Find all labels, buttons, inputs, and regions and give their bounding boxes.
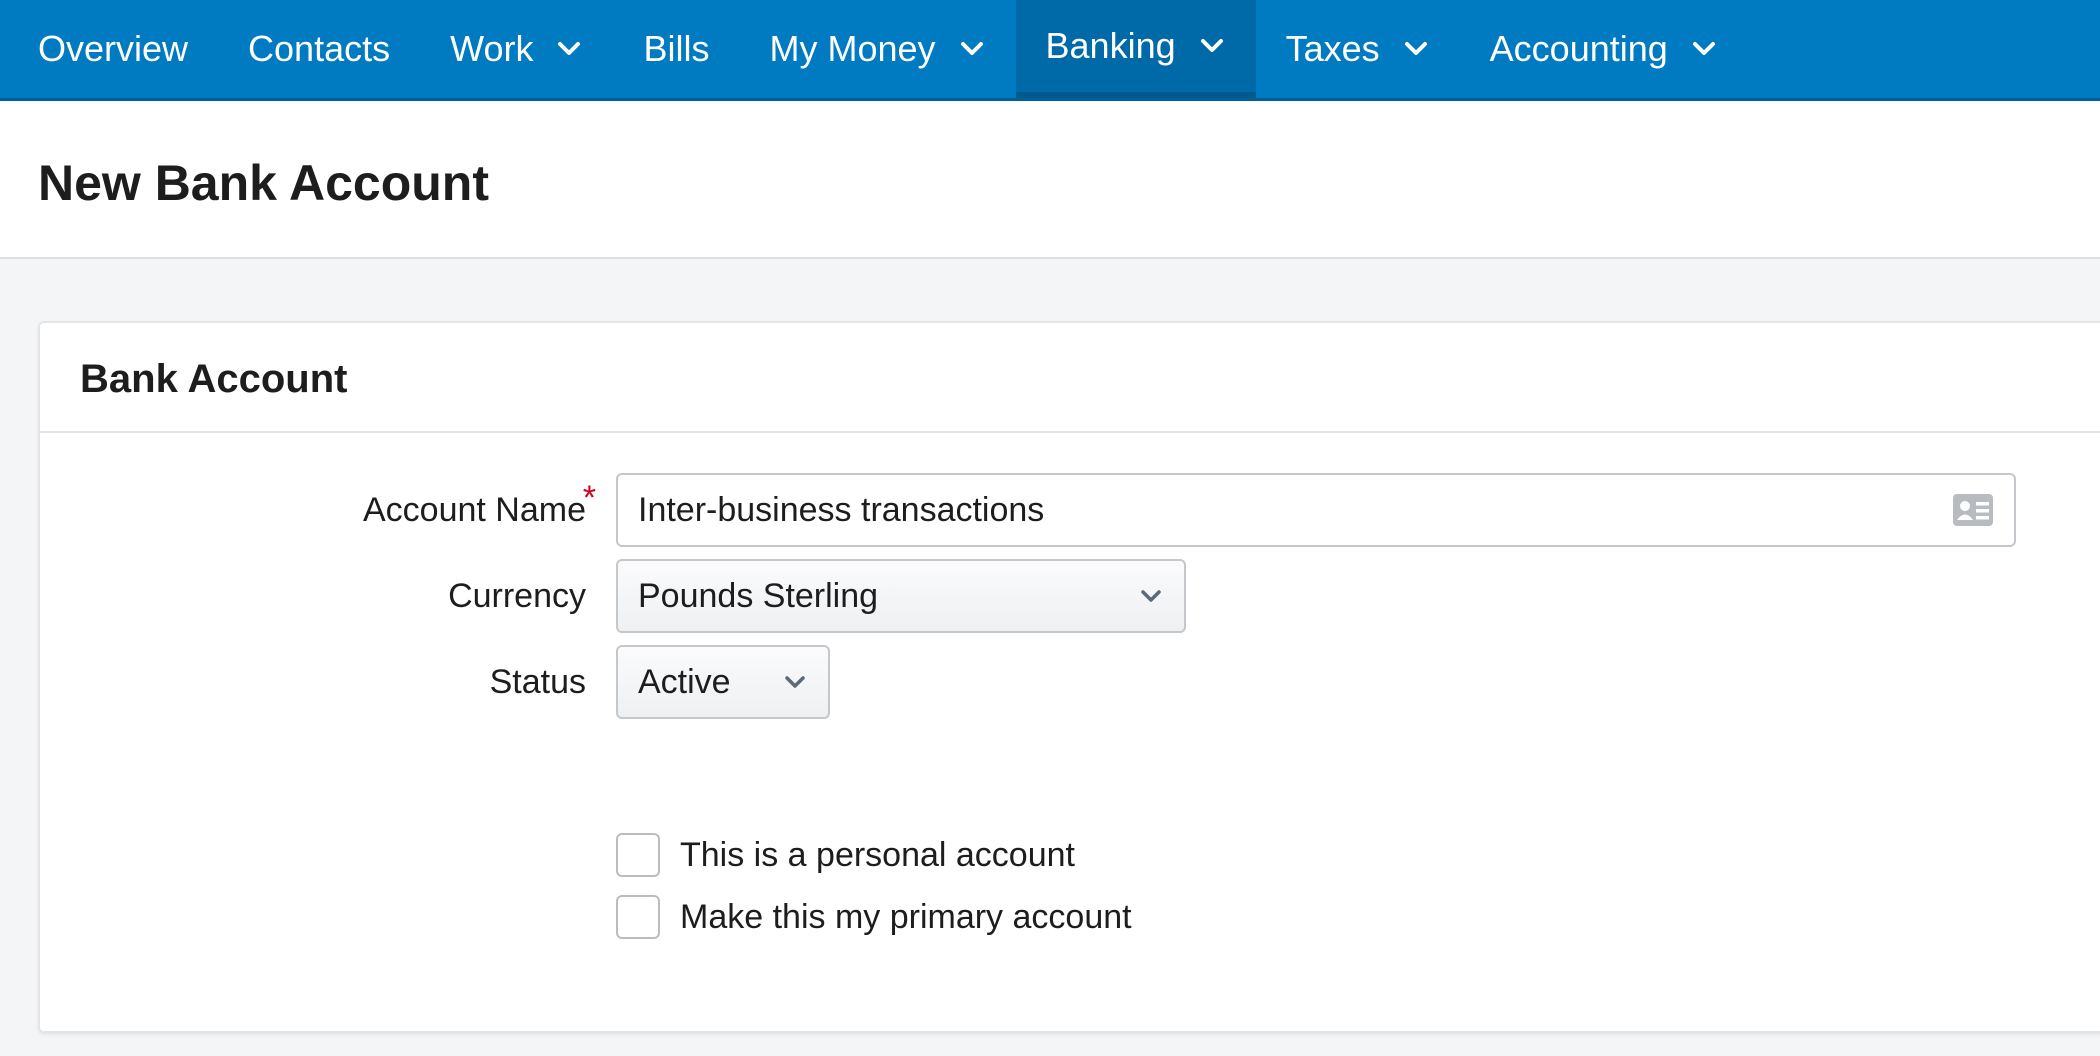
status-label: Status [489,662,586,701]
chevron-down-icon [782,669,808,695]
status-select[interactable]: Active [616,645,830,719]
currency-value: Pounds Sterling [638,576,879,615]
currency-select[interactable]: Pounds Sterling [616,559,1186,633]
account-name-row: Account Name * Inter-business transactio… [40,473,2016,547]
required-marker: * [582,478,596,517]
panel-title: Bank Account [80,357,348,401]
primary-account-checkbox[interactable] [616,895,660,939]
nav-label: Contacts [248,28,391,69]
page-header: New Bank Account [0,101,2100,259]
nav-label: Overview [38,28,189,69]
currency-row: Currency Pounds Sterling [40,559,1186,633]
chevron-down-icon [1690,35,1718,63]
panel-header: Bank Account [40,323,2100,433]
status-row: Status Active [40,645,830,719]
personal-account-checkbox[interactable] [616,833,660,877]
nav-label: Work [450,28,534,69]
chevron-down-icon [958,35,986,63]
nav-my-money[interactable]: My Money [739,0,1015,98]
nav-taxes[interactable]: Taxes [1256,0,1460,98]
account-name-value: Inter-business transactions [638,490,1045,529]
chevron-down-icon [555,35,583,63]
nav-label: Taxes [1285,28,1380,69]
account-name-input[interactable]: Inter-business transactions [616,473,2016,547]
nav-accounting[interactable]: Accounting [1460,0,1748,98]
chevron-down-icon [1138,583,1164,609]
account-name-label-text: Account Name [363,490,586,529]
primary-account-label[interactable]: Make this my primary account [680,898,1132,937]
chevron-down-icon [1402,35,1430,63]
currency-label: Currency [448,576,586,615]
nav-work[interactable]: Work [420,0,613,98]
nav-banking[interactable]: Banking [1015,0,1256,98]
primary-account-row: Make this my primary account [616,895,1132,939]
bank-account-panel: Bank Account Account Name * Inter-busine… [38,321,2100,1033]
nav-label: Banking [1045,25,1176,66]
nav-bills[interactable]: Bills [613,0,739,98]
nav-overview[interactable]: Overview [0,0,218,98]
nav-contacts[interactable]: Contacts [218,0,420,98]
account-name-label: Account Name * [40,479,596,530]
top-navigation: Overview Contacts Work Bills My Money Ba… [0,0,2100,101]
status-value: Active [638,662,731,701]
nav-label: Accounting [1489,28,1668,69]
chevron-down-icon [1198,32,1226,60]
personal-account-row: This is a personal account [616,833,1075,877]
nav-label: Bills [643,28,710,69]
contact-card-icon[interactable] [1952,493,1994,527]
personal-account-label[interactable]: This is a personal account [680,836,1075,875]
page-title: New Bank Account [38,155,490,211]
nav-label: My Money [769,28,936,69]
